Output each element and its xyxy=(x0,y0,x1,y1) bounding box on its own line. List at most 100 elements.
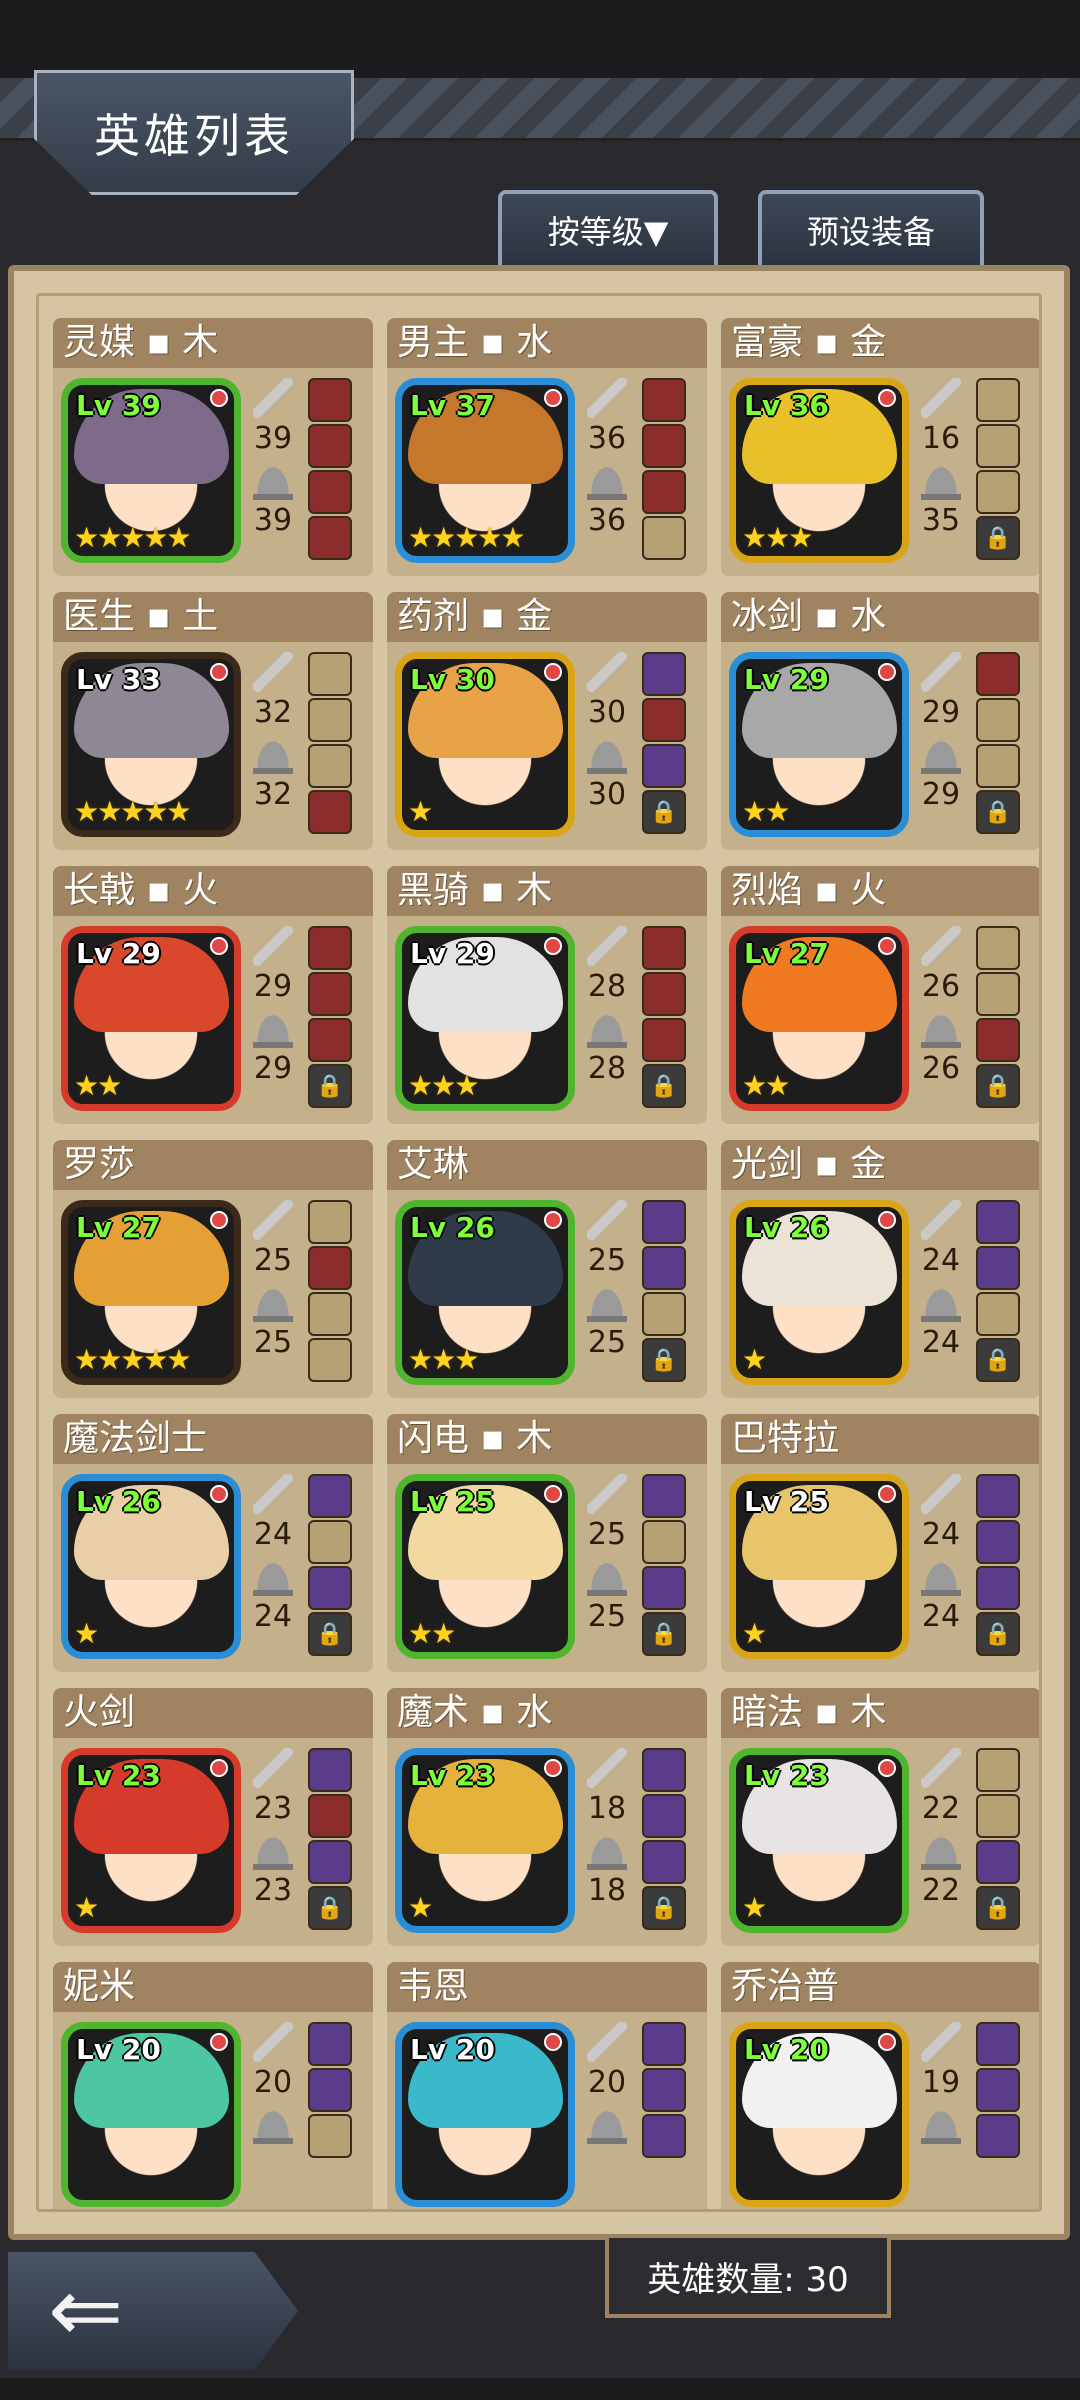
equipment-slot[interactable] xyxy=(642,2114,686,2158)
equipment-slot[interactable] xyxy=(308,2114,352,2158)
equipment-slot[interactable] xyxy=(976,744,1020,788)
hero-card[interactable]: 罗莎 Lv 27 ★★★★★ 25 25 xyxy=(53,1140,373,1398)
equipment-slot[interactable] xyxy=(976,1292,1020,1336)
equipment-slot[interactable] xyxy=(976,1520,1020,1564)
hero-card[interactable]: 长戟 ▪ 火 Lv 29 ★★ 29 29 🔒 xyxy=(53,866,373,1124)
hero-card[interactable]: 光剑 ▪ 金 Lv 26 ★ 24 24 🔒 xyxy=(721,1140,1039,1398)
equipment-slot[interactable] xyxy=(308,2068,352,2112)
hero-card[interactable]: 火剑 Lv 23 ★ 23 23 🔒 xyxy=(53,1688,373,1946)
equipment-slot[interactable] xyxy=(308,470,352,514)
equipment-slot[interactable] xyxy=(308,2022,352,2066)
equipment-slot[interactable] xyxy=(976,1794,1020,1838)
equipment-slot[interactable] xyxy=(976,926,1020,970)
preset-equipment-button[interactable]: 预设装备 xyxy=(758,190,984,266)
equipment-slot[interactable] xyxy=(642,516,686,560)
equipment-slot[interactable] xyxy=(308,1292,352,1336)
equipment-slot[interactable] xyxy=(642,470,686,514)
equipment-slot[interactable] xyxy=(976,2068,1020,2112)
equipment-slot[interactable] xyxy=(308,1018,352,1062)
hero-card[interactable]: 乔治普 Lv 20 19 xyxy=(721,1962,1039,2209)
equipment-slot[interactable] xyxy=(976,1748,1020,1792)
hero-portrait[interactable]: Lv 25 ★★ xyxy=(395,1474,575,1659)
back-button[interactable]: ⇐ xyxy=(8,2252,298,2370)
hero-portrait[interactable]: Lv 33 ★★★★★ xyxy=(61,652,241,837)
hero-portrait[interactable]: Lv 20 xyxy=(61,2022,241,2207)
equipment-slot[interactable] xyxy=(308,1474,352,1518)
equipment-slot[interactable] xyxy=(308,926,352,970)
hero-portrait[interactable]: Lv 29 ★★★ xyxy=(395,926,575,1111)
hero-portrait[interactable]: Lv 20 xyxy=(729,2022,909,2207)
equipment-slot[interactable] xyxy=(642,1520,686,1564)
equipment-slot[interactable] xyxy=(308,1840,352,1884)
equipment-slot[interactable] xyxy=(642,1840,686,1884)
hero-portrait[interactable]: Lv 39 ★★★★★ xyxy=(61,378,241,563)
equipment-slot[interactable] xyxy=(642,1794,686,1838)
equipment-slot[interactable] xyxy=(976,2022,1020,2066)
equipment-slot[interactable] xyxy=(308,698,352,742)
equipment-slot[interactable] xyxy=(976,1474,1020,1518)
equipment-slot[interactable] xyxy=(308,1338,352,1382)
equipment-slot[interactable] xyxy=(308,1200,352,1244)
hero-portrait[interactable]: Lv 25 ★ xyxy=(729,1474,909,1659)
hero-card[interactable]: 富豪 ▪ 金 Lv 36 ★★★ 16 35 🔒 xyxy=(721,318,1039,576)
hero-portrait[interactable]: Lv 20 xyxy=(395,2022,575,2207)
equipment-slot[interactable] xyxy=(308,1748,352,1792)
equipment-slot[interactable] xyxy=(642,1018,686,1062)
equipment-slot[interactable] xyxy=(976,1246,1020,1290)
hero-portrait[interactable]: Lv 23 ★ xyxy=(61,1748,241,1933)
equipment-slot[interactable] xyxy=(642,744,686,788)
equipment-slot[interactable] xyxy=(976,378,1020,422)
equipment-slot[interactable] xyxy=(976,652,1020,696)
hero-portrait[interactable]: Lv 36 ★★★ xyxy=(729,378,909,563)
hero-card[interactable]: 药剂 ▪ 金 Lv 30 ★ 30 30 🔒 xyxy=(387,592,707,850)
hero-portrait[interactable]: Lv 27 ★★ xyxy=(729,926,909,1111)
sort-by-level-button[interactable]: 按等级▼ xyxy=(498,190,718,266)
hero-card[interactable]: 灵媒 ▪ 木 Lv 39 ★★★★★ 39 39 xyxy=(53,318,373,576)
hero-list-scroll-area[interactable]: 灵媒 ▪ 木 Lv 39 ★★★★★ 39 39 男主 ▪ 水 Lv 37 ★★… xyxy=(36,293,1042,2212)
equipment-slot[interactable] xyxy=(976,972,1020,1016)
hero-card[interactable]: 黑骑 ▪ 木 Lv 29 ★★★ 28 28 🔒 xyxy=(387,866,707,1124)
equipment-slot[interactable] xyxy=(642,698,686,742)
equipment-slot[interactable] xyxy=(642,378,686,422)
hero-card[interactable]: 魔术 ▪ 水 Lv 23 ★ 18 18 🔒 xyxy=(387,1688,707,1946)
hero-portrait[interactable]: Lv 26 ★ xyxy=(729,1200,909,1385)
hero-card[interactable]: 暗法 ▪ 木 Lv 23 ★ 22 22 🔒 xyxy=(721,1688,1039,1946)
equipment-slot[interactable] xyxy=(642,1292,686,1336)
hero-portrait[interactable]: Lv 27 ★★★★★ xyxy=(61,1200,241,1385)
hero-card[interactable]: 冰剑 ▪ 水 Lv 29 ★★ 29 29 🔒 xyxy=(721,592,1039,850)
equipment-slot[interactable] xyxy=(642,2068,686,2112)
equipment-slot[interactable] xyxy=(642,1748,686,1792)
hero-portrait[interactable]: Lv 30 ★ xyxy=(395,652,575,837)
hero-card[interactable]: 韦恩 Lv 20 20 xyxy=(387,1962,707,2209)
equipment-slot[interactable] xyxy=(642,972,686,1016)
hero-portrait[interactable]: Lv 23 ★ xyxy=(729,1748,909,1933)
hero-portrait[interactable]: Lv 29 ★★ xyxy=(61,926,241,1111)
hero-card[interactable]: 妮米 Lv 20 20 xyxy=(53,1962,373,2209)
equipment-slot[interactable] xyxy=(642,1474,686,1518)
equipment-slot[interactable] xyxy=(976,1200,1020,1244)
hero-card[interactable]: 烈焰 ▪ 火 Lv 27 ★★ 26 26 🔒 xyxy=(721,866,1039,1124)
equipment-slot[interactable] xyxy=(642,652,686,696)
hero-portrait[interactable]: Lv 37 ★★★★★ xyxy=(395,378,575,563)
hero-portrait[interactable]: Lv 29 ★★ xyxy=(729,652,909,837)
equipment-slot[interactable] xyxy=(308,424,352,468)
hero-portrait[interactable]: Lv 23 ★ xyxy=(395,1748,575,1933)
equipment-slot[interactable] xyxy=(976,1018,1020,1062)
equipment-slot[interactable] xyxy=(308,378,352,422)
hero-card[interactable]: 闪电 ▪ 木 Lv 25 ★★ 25 25 🔒 xyxy=(387,1414,707,1672)
equipment-slot[interactable] xyxy=(308,652,352,696)
hero-portrait[interactable]: Lv 26 ★ xyxy=(61,1474,241,1659)
hero-card[interactable]: 魔法剑士 Lv 26 ★ 24 24 🔒 xyxy=(53,1414,373,1672)
equipment-slot[interactable] xyxy=(308,1794,352,1838)
hero-card[interactable]: 男主 ▪ 水 Lv 37 ★★★★★ 36 36 xyxy=(387,318,707,576)
equipment-slot[interactable] xyxy=(642,1246,686,1290)
equipment-slot[interactable] xyxy=(308,790,352,834)
equipment-slot[interactable] xyxy=(308,972,352,1016)
equipment-slot[interactable] xyxy=(976,1566,1020,1610)
equipment-slot[interactable] xyxy=(976,470,1020,514)
equipment-slot[interactable] xyxy=(642,1566,686,1610)
hero-card[interactable]: 医生 ▪ 土 Lv 33 ★★★★★ 32 32 xyxy=(53,592,373,850)
equipment-slot[interactable] xyxy=(642,424,686,468)
equipment-slot[interactable] xyxy=(976,1840,1020,1884)
equipment-slot[interactable] xyxy=(642,1200,686,1244)
